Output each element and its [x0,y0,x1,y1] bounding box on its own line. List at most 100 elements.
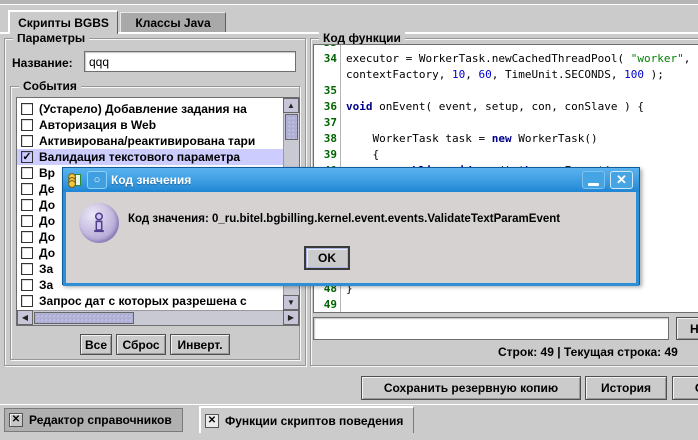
find-button[interactable]: Найти [676,317,698,340]
dialog-title-bar[interactable]: ○ Код значения ✕ [63,168,639,192]
code-text: WorkerTask task = new WorkerTask() [346,132,598,145]
event-list-item[interactable]: (Устарело) Добавление задания на [17,101,283,117]
code-line: 49 [314,298,698,313]
history-label: История [601,381,651,395]
event-list-item[interactable]: ✓ Валидация текстового параметра [17,149,283,165]
code-line: 35 [314,84,698,100]
checkbox-icon[interactable] [21,199,33,211]
dialog-title: Код значения [111,173,191,187]
tab-scripts-bgbs[interactable]: Скрипты BGBS [8,10,118,34]
event-item-label: Вр [39,166,55,180]
save-button[interactable]: Сохранить [672,376,698,400]
vertical-scroll-thumb[interactable] [285,114,298,140]
invert-label: Инверт. [177,338,222,352]
checkbox-icon[interactable] [21,215,33,227]
checkbox-icon[interactable] [21,231,33,243]
select-all-label: Все [85,338,107,352]
name-label: Название: [12,56,73,70]
horizontal-scrollbar[interactable]: ◀ ▶ [17,310,299,325]
line-number: 33 [314,44,337,49]
line-number: 39 [314,148,337,161]
scroll-left-button[interactable]: ◀ [17,310,33,325]
code-line: 36 void onEvent( event, setup, con, conSl… [314,100,698,116]
code-line: 39 { [314,148,698,164]
reset-label: Сброс [122,338,159,352]
checkbox-icon[interactable] [21,119,33,131]
code-line: 33 [314,44,698,52]
code-line: contextFactory, 10, 60, TimeUnit.SECONDS… [314,68,698,84]
dialog-body: Код значения: 0_ru.bitel.bgbilling.kerne… [63,192,639,286]
checkbox-icon[interactable] [21,263,33,275]
line-number: 38 [314,132,337,145]
app-window: Скрипты BGBS Классы Java Параметры Назва… [0,0,698,440]
event-item-label: До [39,198,55,212]
event-list-item[interactable]: Авторизация в Web [17,117,283,133]
checkbox-icon[interactable] [21,135,33,147]
code-text: executor = WorkerTask.newCachedThreadPoo… [346,52,690,65]
close-button[interactable]: ✕ [610,171,633,189]
code-line: 37 [314,116,698,132]
invert-button[interactable]: Инверт. [170,334,230,355]
event-item-label: Активирована/реактивирована тари [39,134,255,148]
events-panel-title: События [19,79,81,93]
event-item-label: Авторизация в Web [39,118,156,132]
minimize-button[interactable] [582,171,605,189]
select-all-button[interactable]: Все [80,334,112,355]
code-text: void onEvent( event, setup, con, conSlav… [346,100,644,113]
code-line: 38 WorkerTask task = new WorkerTask() [314,132,698,148]
tab-label: Классы Java [135,16,210,30]
event-item-label: (Устарело) Добавление задания на [39,102,247,116]
checkbox-icon[interactable] [21,167,33,179]
event-item-label: За [39,262,53,276]
event-item-label: За [39,278,53,292]
window-top-edge [0,0,698,5]
scroll-down-button[interactable]: ▼ [283,295,299,310]
horizontal-scroll-thumb[interactable] [34,312,134,324]
value-code-dialog: ○ Код значения ✕ Код значения: 0_ru.bite… [62,167,640,285]
scroll-right-button[interactable]: ▶ [283,310,299,325]
checkbox-icon[interactable] [21,295,33,307]
checkbox-icon[interactable] [21,183,33,195]
checkbox-icon[interactable] [21,279,33,291]
ok-button[interactable]: OK [304,246,350,270]
tab-java-classes[interactable]: Классы Java [120,12,226,33]
search-input[interactable] [313,317,669,340]
tab-label: Редактор справочников [29,413,172,427]
event-item-label: Запрос дат с которых разрешена с [39,294,247,308]
window-menu-icon[interactable]: ○ [87,171,107,189]
event-item-label: До [39,230,55,244]
checkbox-icon[interactable] [21,103,33,115]
history-button[interactable]: История [585,376,667,400]
bottom-tab-edge [0,404,698,405]
event-item-label: До [39,214,55,228]
event-list-item[interactable]: Активирована/реактивирована тари [17,133,283,149]
tab-label: Скрипты BGBS [18,16,109,30]
line-number: 35 [314,84,337,97]
checkbox-checked-icon[interactable]: ✓ [21,151,33,163]
status-line: Строк: 49 | Текущая строка: 49 [498,345,678,359]
line-number: 36 [314,100,337,113]
event-item-label: До [39,246,55,260]
tab-label: Функции скриптов поведения [225,414,403,428]
tab-behavior-script-functions[interactable]: ✕ Функции скриптов поведения [199,406,414,433]
save-backup-button[interactable]: Сохранить резервную копию [361,376,581,400]
close-tab-icon[interactable]: ✕ [9,413,23,427]
reset-button[interactable]: Сброс [116,334,166,355]
tab-directory-editor[interactable]: ✕ Редактор справочников [4,408,183,432]
function-code-title: Код функции [319,31,405,45]
dialog-message: Код значения: 0_ru.bitel.bgbilling.kerne… [128,213,560,225]
scroll-up-button[interactable]: ▲ [283,98,299,113]
find-label: Найти [690,322,698,336]
event-item-label: Валидация текстового параметра [39,150,240,164]
event-list-item[interactable]: Запрос дат с которых разрешена с [17,293,283,309]
name-input[interactable] [84,51,296,72]
code-text: contextFactory, 10, 60, TimeUnit.SECONDS… [346,68,664,81]
code-text: { [346,148,379,161]
info-icon [79,203,119,243]
app-icon [67,172,83,188]
code-line: 34executor = WorkerTask.newCachedThreadP… [314,52,698,68]
save-backup-label: Сохранить резервную копию [384,381,558,395]
line-number: 37 [314,116,337,129]
checkbox-icon[interactable] [21,247,33,259]
close-tab-icon[interactable]: ✕ [205,414,219,428]
